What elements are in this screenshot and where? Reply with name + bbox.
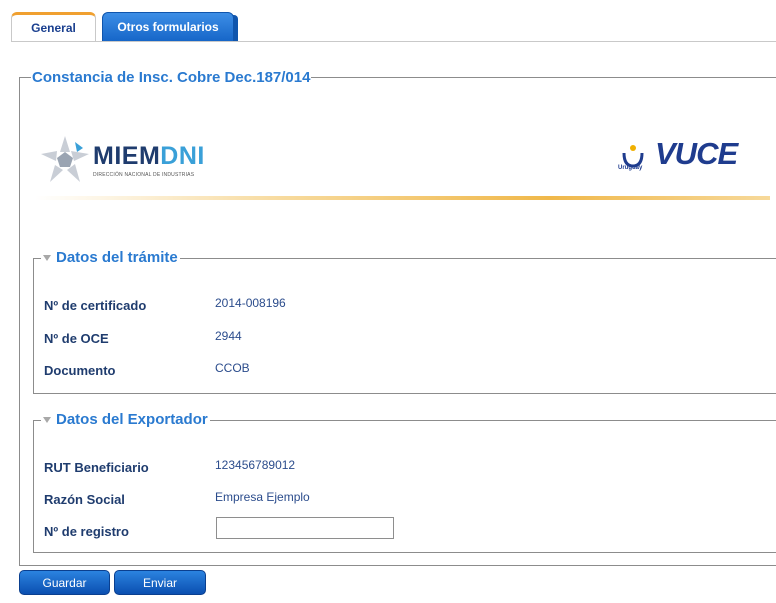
miem-logo-icon [41,136,89,182]
tab-divider [11,41,776,42]
exportador-fieldset [33,420,776,553]
rut-label: RUT Beneficiario [44,460,149,475]
oce-value: 2944 [215,329,242,343]
miem-logo-subtitle: DIRECCIÓN NACIONAL DE INDUSTRIAS [93,172,195,178]
tab-general[interactable]: General [11,12,96,42]
razon-social-label: Razón Social [44,492,125,507]
certificado-value: 2014-008196 [215,296,286,310]
collapse-triangle-icon[interactable] [43,254,51,261]
tramite-legend[interactable]: Datos del trámite [41,249,180,266]
logo-banner: MIEMDNI DIRECCIÓN NACIONAL DE INDUSTRIAS… [35,128,776,200]
uruguay-logo-text: Uruguay [618,165,643,171]
rut-value: 123456789012 [215,458,296,472]
razon-social-value: Empresa Ejemplo [215,490,310,504]
tab-otros-formularios[interactable]: Otros formularios [102,12,238,42]
tramite-legend-text: Datos del trámite [56,249,178,266]
tab-bar: General Otros formularios [11,12,776,42]
enviar-button[interactable]: Enviar [114,570,206,595]
registro-label: Nº de registro [44,524,129,539]
miem-logo-text: MIEMDNI [93,142,205,170]
exportador-legend[interactable]: Datos del Exportador [41,411,210,428]
collapse-triangle-icon[interactable] [43,416,51,423]
oce-label: Nº de OCE [44,331,109,346]
registro-input[interactable] [216,517,394,539]
exportador-legend-text: Datos del Exportador [56,411,208,428]
form-title: Constancia de Insc. Cobre Dec.187/014 [31,69,312,86]
certificado-label: Nº de certificado [44,298,147,313]
guardar-button[interactable]: Guardar [19,570,110,595]
documento-value: CCOB [215,361,250,375]
tramite-fieldset [33,258,776,394]
documento-label: Documento [44,363,116,378]
banner-underline [35,196,770,200]
vuce-logo: VUCE [655,136,738,171]
